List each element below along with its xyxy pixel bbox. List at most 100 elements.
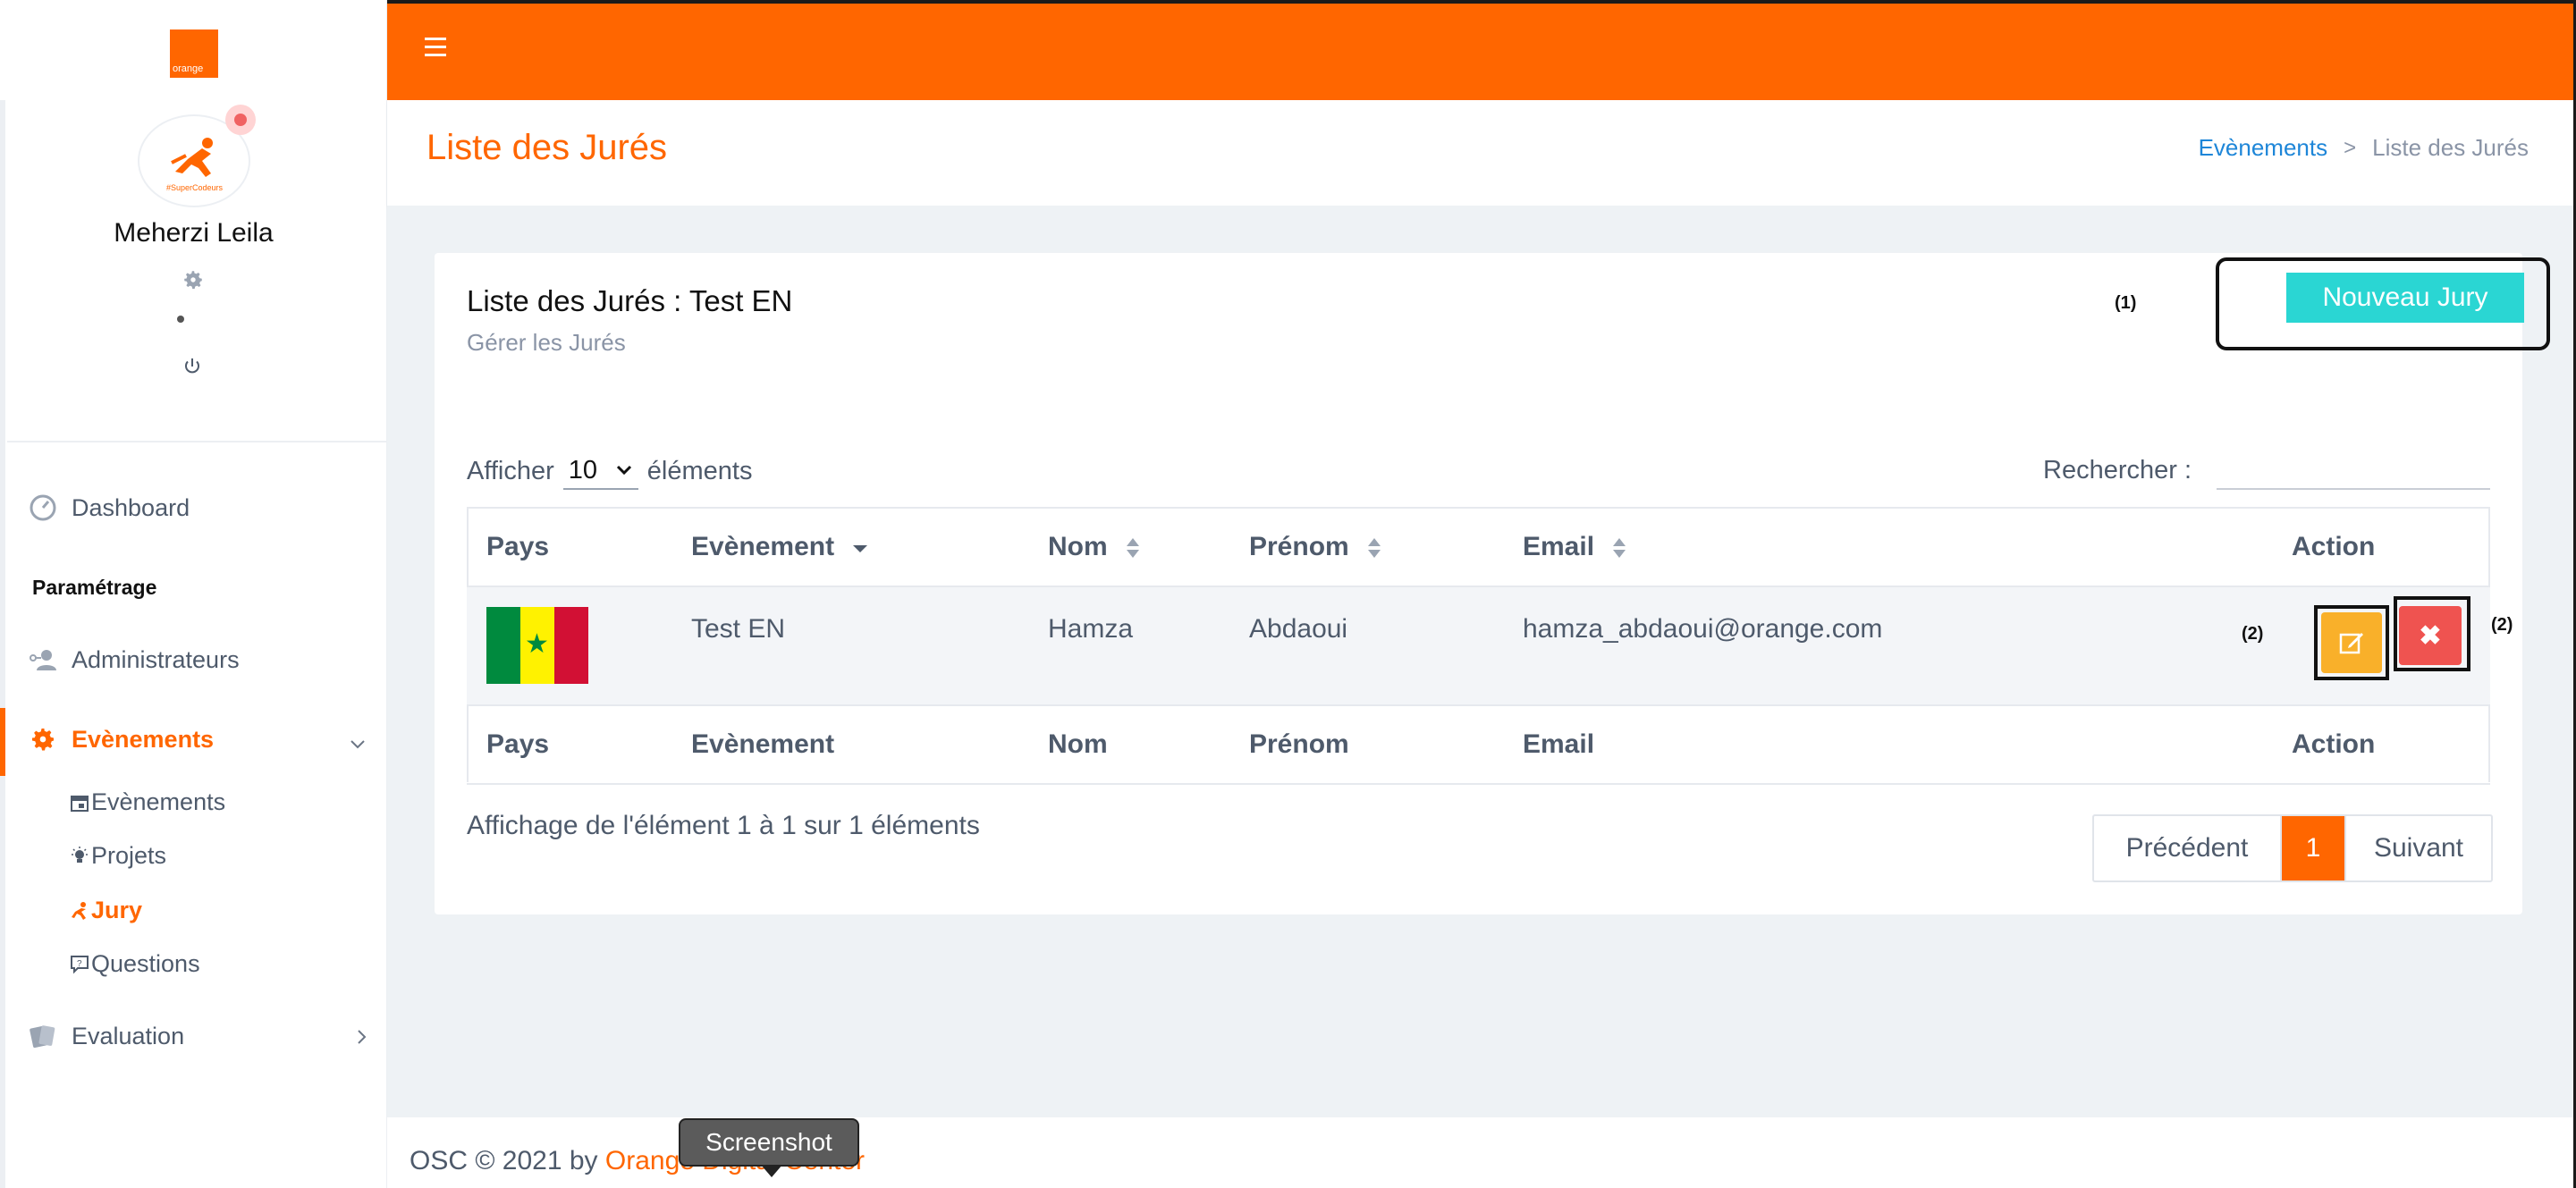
search-input[interactable] [2217, 451, 2490, 490]
sidebar-item-evaluation[interactable]: Evaluation [29, 1022, 184, 1050]
user-name: Meherzi Leila [114, 218, 274, 248]
page-length-control: Afficher 10 éléments [467, 452, 752, 490]
column-footer-nom: Nom [1048, 704, 1249, 785]
new-jury-button[interactable]: Nouveau Jury [2286, 273, 2524, 323]
settings-gear-icon[interactable] [182, 268, 205, 291]
pagination-previous-button[interactable]: Précédent [2094, 816, 2282, 880]
hamburger-menu-icon[interactable] [425, 38, 446, 57]
breadcrumb: Evènements > Liste des Jurés [2199, 134, 2529, 162]
cell-prenom: Abdaoui [1249, 586, 1523, 705]
column-footer-prenom: Prénom [1249, 704, 1523, 785]
logo-text: orange [173, 63, 204, 74]
chevron-down-icon[interactable] [347, 733, 368, 754]
cell-nom: Hamza [1048, 586, 1249, 705]
screenshot-tooltip: Screenshot [679, 1118, 859, 1177]
window-top-edge [387, 0, 2576, 4]
column-header-email[interactable]: Email [1523, 507, 2292, 586]
sidebar-subitem-label: Projets [91, 842, 167, 869]
delete-x-icon: ✖ [2419, 620, 2442, 651]
sidebar-section-heading: Paramétrage [32, 576, 157, 599]
sidebar-item-label: Dashboard [72, 493, 190, 521]
breadcrumb-current: Liste des Jurés [2372, 134, 2529, 161]
cell-pays: ★ [467, 586, 691, 705]
jury-runner-icon [72, 901, 86, 920]
page-title: Liste des Jurés [427, 128, 668, 167]
annotation-label-2b: (2) [2491, 615, 2513, 635]
table-footer-row: Pays Evènement Nom Prénom Email Action [467, 704, 2490, 785]
question-bubble-icon: ? [71, 955, 89, 973]
pagination-page-1[interactable]: 1 [2282, 816, 2344, 880]
sidebar-item-evenements[interactable]: Evènements [29, 725, 214, 754]
length-suffix: éléments [646, 456, 753, 485]
sidebar-item-administrateurs[interactable]: Administrateurs [29, 645, 240, 674]
column-header-pays[interactable]: Pays [467, 507, 691, 586]
sidebar-subitem-questions[interactable]: ? Questions [70, 950, 200, 978]
column-header-nom[interactable]: Nom [1048, 507, 1249, 586]
svg-text:?: ? [77, 959, 82, 969]
sidebar-item-dashboard[interactable]: Dashboard [29, 493, 190, 522]
sidebar-left-border [0, 100, 5, 1188]
lightbulb-icon [72, 846, 88, 863]
pagination: Précédent 1 Suivant [2092, 814, 2493, 882]
sort-both-icon [1127, 538, 1140, 559]
sidebar-item-label: Evènements [72, 725, 215, 753]
column-header-label: Prénom [1249, 532, 1349, 561]
avatar-caption: #SuperCodeurs [166, 183, 224, 192]
breadcrumb-separator-icon: > [2344, 135, 2357, 160]
orange-logo[interactable]: orange [170, 29, 218, 78]
chevron-right-icon[interactable] [351, 1026, 372, 1048]
edit-pencil-icon [2339, 633, 2363, 654]
sidebar-subitem-evenements[interactable]: Evènements [70, 788, 225, 816]
calendar-icon [71, 795, 89, 812]
active-indicator [0, 708, 5, 776]
evaluation-cards-icon [30, 1025, 55, 1049]
sidebar-divider [7, 441, 387, 442]
column-header-label: Evènement [691, 532, 835, 561]
column-footer-pays: Pays [467, 704, 691, 785]
column-header-label: Nom [1048, 532, 1108, 561]
cell-email: hamza_abdaoui@orange.com [1523, 586, 2292, 705]
sort-desc-icon [853, 545, 868, 553]
power-icon[interactable] [182, 356, 203, 377]
sidebar-subitem-jury[interactable]: Jury [70, 897, 142, 924]
sidebar-subitem-label: Questions [91, 950, 200, 977]
delete-button[interactable]: ✖ [2399, 606, 2462, 665]
table-info-text: Affichage de l'élément 1 à 1 sur 1 éléme… [467, 811, 980, 840]
chevron-down-icon [616, 465, 631, 476]
edit-button[interactable] [2321, 612, 2382, 673]
card-subtitle: Gérer les Jurés [467, 329, 626, 356]
annotation-label-2: (2) [2242, 624, 2264, 644]
jury-table: Pays Evènement Nom Prénom Email Action ★… [467, 507, 2490, 785]
sidebar-subitem-projets[interactable]: Projets [70, 842, 166, 870]
super-coder-icon [171, 138, 213, 177]
senegal-flag-icon: ★ [486, 607, 588, 684]
footer-prefix: OSC © 2021 by [410, 1146, 598, 1175]
length-prefix: Afficher [467, 456, 554, 485]
cell-evenement: Test EN [691, 586, 1048, 705]
table-row: ★ Test EN Hamza Abdaoui hamza_abdaoui@or… [467, 586, 2490, 705]
table-header-row: Pays Evènement Nom Prénom Email Action [467, 507, 2490, 586]
column-header-prenom[interactable]: Prénom [1249, 507, 1523, 586]
column-header-label: Email [1523, 532, 1595, 561]
breadcrumb-link-evenements[interactable]: Evènements [2199, 134, 2328, 162]
column-footer-action: Action [2292, 704, 2490, 785]
column-footer-email: Email [1523, 704, 2292, 785]
top-navbar [387, 0, 2576, 100]
sidebar-item-label: Evaluation [72, 1022, 185, 1049]
column-footer-evenement: Evènement [691, 704, 1048, 785]
page-length-select[interactable]: 10 [562, 452, 638, 490]
sidebar-subitem-label: Evènements [91, 788, 226, 815]
sort-both-icon [1368, 538, 1381, 559]
card-title: Liste des Jurés : Test EN [467, 284, 793, 317]
page-length-value: 10 [568, 455, 598, 484]
column-header-evenement[interactable]: Evènement [691, 507, 1048, 586]
status-dot-icon [225, 105, 256, 135]
annotation-label-1: (1) [2115, 293, 2137, 313]
separator-dot-icon [177, 316, 184, 323]
sidebar-subitem-label: Jury [91, 897, 143, 923]
search-label: Rechercher : [2043, 456, 2192, 484]
sidebar-item-label: Administrateurs [72, 645, 240, 673]
users-icon [30, 650, 56, 670]
column-header-action: Action [2292, 507, 2490, 586]
pagination-next-button[interactable]: Suivant [2344, 816, 2491, 880]
